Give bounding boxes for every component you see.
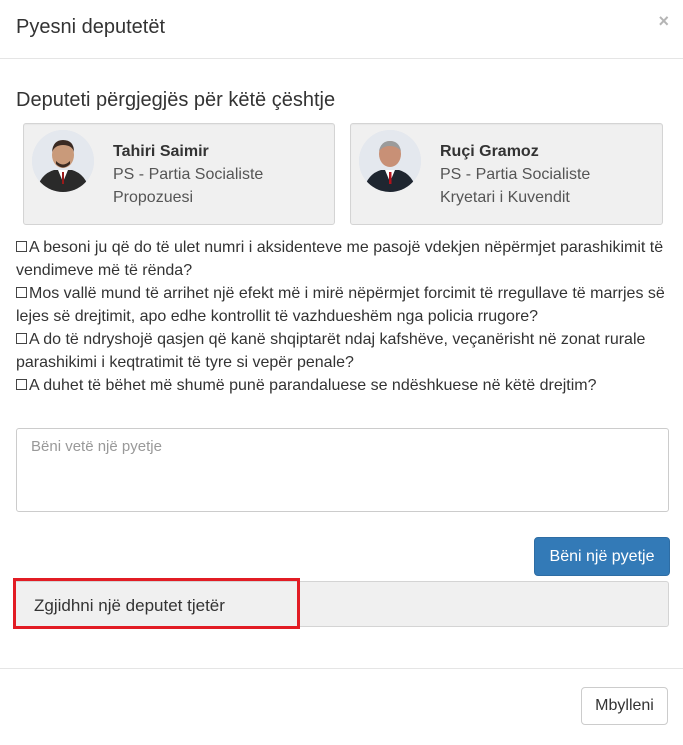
modal-header: Pyesni deputetët × [0,0,683,59]
question-item: A do të ndryshojë qasjen që kanë shqipta… [16,328,666,374]
question-checkbox[interactable] [16,333,27,344]
deputy-card: Ruçi Gramoz PS - Partia Socialiste Kryet… [350,123,663,225]
question-text[interactable]: A besoni ju që do të ulet numri i akside… [16,239,663,279]
deputy-name: Tahiri Saimir [113,143,209,160]
question-item: Mos vallë mund të arrihet një efekt më i… [16,282,666,328]
deputy-avatar [32,130,94,192]
close-button[interactable]: Mbylleni [581,687,668,725]
deputy-party: PS - Partia Socialiste [113,166,264,183]
question-checkbox[interactable] [16,241,27,252]
question-item: A duhet të bëhet më shumë punë parandalu… [16,374,666,397]
person-photo-icon [359,130,421,192]
deputy-role: Propozuesi [113,189,194,206]
deputy-card: Tahiri Saimir PS - Partia Socialiste Pro… [23,123,335,225]
custom-question-input[interactable] [16,428,669,512]
question-text[interactable]: A do të ndryshojë qasjen që kanë shqipta… [16,331,645,371]
question-text[interactable]: A duhet të bëhet më shumë punë parandalu… [29,377,597,394]
deputy-party: PS - Partia Socialiste [440,166,591,183]
close-icon[interactable]: × [658,12,669,30]
person-photo-icon [32,130,94,192]
ask-deputies-modal: Pyesni deputetët × Deputeti përgjegjës p… [0,0,683,744]
choose-other-deputy-label[interactable]: Zgjidhni një deputet tjetër [34,596,225,616]
question-list: A besoni ju që do të ulet numri i akside… [16,236,666,397]
question-checkbox[interactable] [16,287,27,298]
deputy-role: Kryetari i Kuvendit [440,189,570,206]
ask-question-button[interactable]: Bëni një pyetje [534,537,670,576]
question-text[interactable]: Mos vallë mund të arrihet një efekt më i… [16,285,665,325]
question-checkbox[interactable] [16,379,27,390]
deputy-avatar [359,130,421,192]
deputy-name: Ruçi Gramoz [440,143,539,160]
modal-title: Pyesni deputetët [16,16,165,38]
section-heading: Deputeti përgjegjës për këtë çështje [16,89,336,111]
question-item: A besoni ju që do të ulet numri i akside… [16,236,666,282]
